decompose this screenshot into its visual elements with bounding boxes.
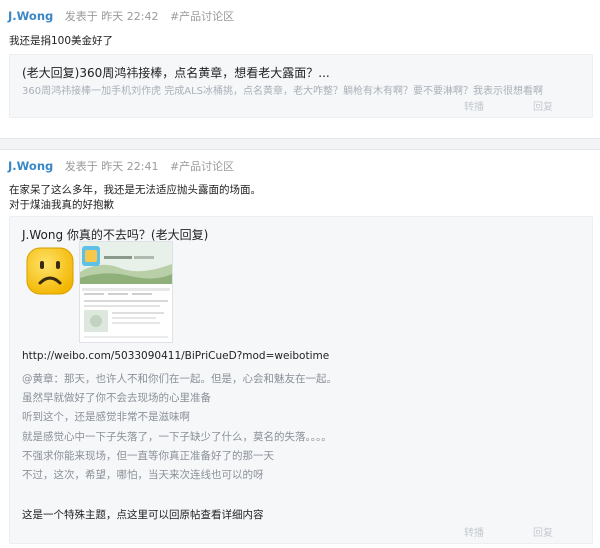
quote-line: 不强求你能来现场，但一直等你真正准备好了的那一天 [22,450,274,462]
weibo-screenshot-thumbnail[interactable] [79,241,173,343]
post-time: 发表于 昨天 22:41 [64,160,159,173]
forward-button[interactable]: 转播 [464,524,484,539]
quote-line: 就是感觉心中一下子失落了，一下子缺少了什么，莫名的失落。。。。 [22,431,332,443]
post2-body-line: 对于煤油我真的好抱歉 [9,199,114,211]
post1-meta: J.Wong 发表于 昨天 22:42 #产品讨论区 [8,8,234,24]
sad-face-icon [26,247,74,295]
topic-tag[interactable]: #产品讨论区 [170,10,234,23]
post-separator [0,138,600,150]
weibo-link[interactable]: http://weibo.com/5033090411/BiPriCueD?mo… [22,350,329,362]
reply-button[interactable]: 回复 [533,524,553,539]
author-name[interactable]: J.Wong [8,159,53,173]
forward-button[interactable]: 转播 [464,98,484,113]
special-topic-link[interactable]: 这是一个特殊主题，点这里可以回原帖查看详细内容 [22,507,264,522]
post2-body-line: 在家呆了这么多年，我还是无法适应抛头露面的场面。 [9,184,261,196]
quote-line: 听到这个，还是感觉非常不是滋味啊 [22,411,190,423]
reply-button[interactable]: 回复 [533,98,553,113]
quote-line: 虽然早就做好了你不会去现场的心里准备 [22,392,211,404]
quote-line: 不过，这次，希望，哪怕，当天来次连线也可以的呀 [22,469,264,481]
topic-tag[interactable]: #产品讨论区 [170,160,234,173]
quote-title[interactable]: (老大回复)360周鸿祎接棒，点名黄章，想看老大露面？... [22,64,330,81]
quote-subtitle: 360周鸿祎接棒一加手机刘作虎 完成ALS冰桶挑，点名黄章，老大咋整？躺枪有木有… [22,86,544,97]
quote-line: @黄章：那天，也许人不和你们在一起。但是，心会和魅友在一起。 [22,373,337,385]
post1-body: 我还是捐100美金好了 [9,35,114,47]
post-time: 发表于 昨天 22:42 [64,10,159,23]
author-name[interactable]: J.Wong [8,9,53,23]
post2-meta: J.Wong 发表于 昨天 22:41 #产品讨论区 [8,158,234,174]
